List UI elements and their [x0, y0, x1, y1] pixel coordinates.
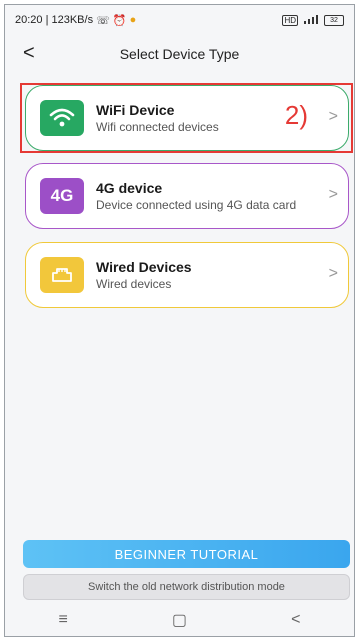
beginner-tutorial-button[interactable]: BEGINNER TUTORIAL — [23, 540, 350, 568]
4g-device-subtitle: Device connected using 4G data card — [96, 198, 297, 212]
4g-device-title: 4G device — [96, 180, 163, 196]
step-annotation: 2) — [284, 100, 308, 130]
wifi-device-subtitle: Wifi connected devices — [96, 120, 219, 134]
switch-mode-button[interactable]: Switch the old network distribution mode — [23, 574, 350, 600]
wired-device-card[interactable]: Wired Devices Wired devices > — [25, 242, 349, 308]
status-bar: 20:20 | 123KB/s ☏ ⏰ ● HD 32 — [5, 5, 354, 35]
wifi-icon — [40, 100, 84, 136]
4g-device-card[interactable]: 4G 4G device Device connected using 4G d… — [25, 163, 349, 229]
ethernet-port-icon — [40, 257, 84, 293]
phone-screen: 20:20 | 123KB/s ☏ ⏰ ● HD 32 < Select Dev… — [4, 4, 355, 637]
chevron-right-icon: > — [328, 186, 338, 203]
wifi-device-title: WiFi Device — [96, 102, 175, 118]
chevron-right-icon: > — [328, 108, 338, 125]
4g-icon-label: 4G — [50, 186, 74, 205]
top-nav-bar: < Select Device Type — [5, 39, 354, 69]
signal-icon — [303, 14, 319, 27]
back-icon[interactable]: < — [276, 611, 316, 629]
chevron-right-icon: > — [328, 265, 338, 282]
back-button[interactable]: < — [23, 42, 35, 64]
call-icon: ☏ — [96, 14, 110, 27]
wifi-device-card[interactable]: WiFi Device Wifi connected devices 2) > — [25, 85, 349, 151]
wired-device-subtitle: Wired devices — [96, 277, 172, 291]
app-notification-icon: ● — [129, 14, 137, 26]
hd-icon: HD — [282, 14, 298, 26]
home-icon[interactable]: ▢ — [159, 610, 199, 630]
wired-device-title: Wired Devices — [96, 259, 192, 275]
status-time: 20:20 | 123KB/s — [15, 14, 94, 26]
menu-icon[interactable]: ≡ — [43, 611, 83, 629]
4g-icon: 4G — [40, 178, 84, 214]
system-nav-bar: ≡ ▢ < — [5, 605, 354, 635]
alarm-icon: ⏰ — [112, 14, 127, 27]
battery-icon: 32 — [324, 14, 344, 26]
page-title: Select Device Type — [119, 46, 240, 62]
